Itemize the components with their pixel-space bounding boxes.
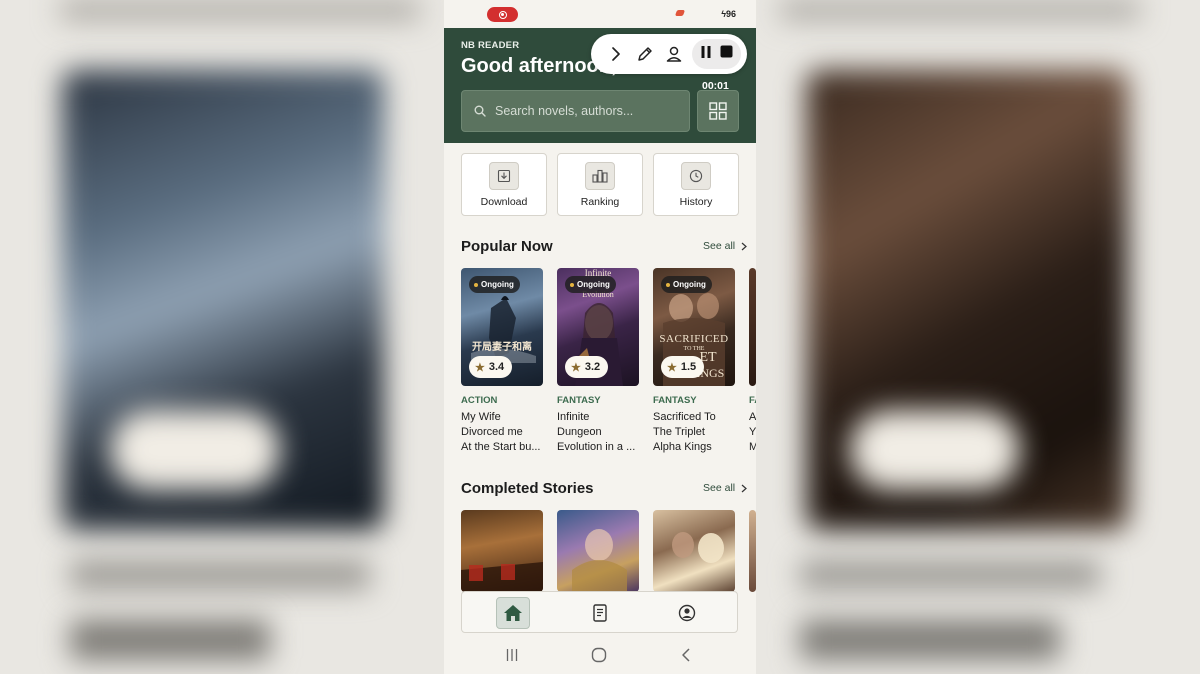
recorder-toolbar [591, 34, 747, 74]
book-cover[interactable] [749, 510, 756, 592]
book-cover[interactable] [461, 510, 543, 592]
popular-see-all-link[interactable]: See all [703, 240, 748, 252]
cover-art [672, 532, 724, 563]
book-cover[interactable] [749, 268, 756, 386]
status-badge: Ongoing [565, 276, 616, 293]
cover-title-text: 开局妻子和离 [472, 342, 532, 353]
app-brand: NB READER [461, 40, 520, 51]
search-icon [474, 105, 486, 117]
recording-timer: 00:01 [702, 80, 729, 92]
status-badge: Ongoing [661, 276, 712, 293]
home-icon [504, 605, 522, 621]
phone-screen: ϟ96 NB READER Good afternoon, Search nov… [444, 0, 756, 674]
completed-see-all-link[interactable]: See all [703, 482, 748, 494]
download-button[interactable]: Download [461, 153, 547, 216]
person-icon[interactable] [659, 39, 688, 69]
grid-icon [709, 102, 727, 120]
nav-profile[interactable] [670, 597, 704, 629]
chevron-right-icon [741, 242, 748, 250]
rating-badge: ★ 3.2 [565, 356, 609, 378]
rating-badge: ★ 1.5 [661, 356, 705, 378]
bottom-navigation [461, 591, 738, 633]
download-icon [489, 162, 519, 190]
book-genre: ACTION [461, 395, 498, 406]
chevron-right-icon[interactable] [601, 39, 630, 69]
star-icon: ★ [475, 361, 485, 374]
book-title[interactable]: Sacrificed To The Triplet Alpha Kings [653, 410, 739, 455]
see-all-label: See all [703, 482, 736, 494]
recents-icon[interactable] [502, 645, 522, 665]
battery-indicator: ϟ96 [721, 9, 736, 19]
clock-icon [681, 162, 711, 190]
screen-record-indicator[interactable] [487, 7, 518, 22]
book-icon [593, 604, 607, 622]
cover-title-text: SACRIFICED [659, 333, 729, 345]
completed-section-title: Completed Stories [461, 480, 594, 497]
cover-art [461, 562, 543, 592]
book-genre: FANTASY [557, 395, 601, 406]
book-title[interactable]: A Y M [749, 410, 756, 455]
notification-icon [674, 10, 686, 16]
chevron-right-icon [741, 484, 748, 492]
recording-controls [692, 39, 742, 69]
stop-icon[interactable] [720, 45, 733, 63]
star-icon: ★ [667, 361, 677, 374]
ranking-icon [585, 162, 615, 190]
profile-icon [678, 604, 696, 622]
grid-view-button[interactable] [697, 90, 739, 132]
book-genre: FANTASY [653, 395, 697, 406]
book-cover[interactable]: 开局妻子和离 Ongoing ★ 3.4 [461, 268, 543, 386]
search-placeholder: Search novels, authors... [495, 104, 634, 118]
status-bar: ϟ96 [444, 0, 756, 28]
history-button[interactable]: History [653, 153, 739, 216]
history-label: History [679, 196, 713, 208]
pencil-icon[interactable] [630, 39, 659, 69]
star-icon: ★ [571, 361, 581, 374]
system-navigation [444, 636, 756, 674]
see-all-label: See all [703, 240, 736, 252]
book-title[interactable]: My Wife Divorced me At the Start bu... [461, 410, 547, 455]
book-genre: FA [749, 395, 756, 406]
book-title[interactable]: Infinite Dungeon Evolution in a ... [557, 410, 643, 455]
book-cover[interactable]: Infinite Evolution Ongoing ★ 3.2 [557, 268, 639, 386]
download-label: Download [480, 196, 528, 208]
search-input[interactable]: Search novels, authors... [461, 90, 690, 132]
pause-icon[interactable] [700, 45, 712, 64]
nav-home[interactable] [496, 597, 530, 629]
ranking-label: Ranking [580, 196, 620, 208]
status-badge: Ongoing [469, 276, 520, 293]
book-cover[interactable]: SACRIFICED TO THE ET KINGS Ongoing ★ 1.5 [653, 268, 735, 386]
book-cover[interactable] [557, 510, 639, 592]
cover-art [572, 529, 627, 592]
popular-section-title: Popular Now [461, 238, 553, 255]
book-cover[interactable] [653, 510, 735, 592]
rating-badge: ★ 3.4 [469, 356, 513, 378]
back-icon[interactable] [676, 645, 696, 665]
nav-library[interactable] [583, 597, 617, 629]
ranking-button[interactable]: Ranking [557, 153, 643, 216]
home-circle-icon[interactable] [589, 645, 609, 665]
